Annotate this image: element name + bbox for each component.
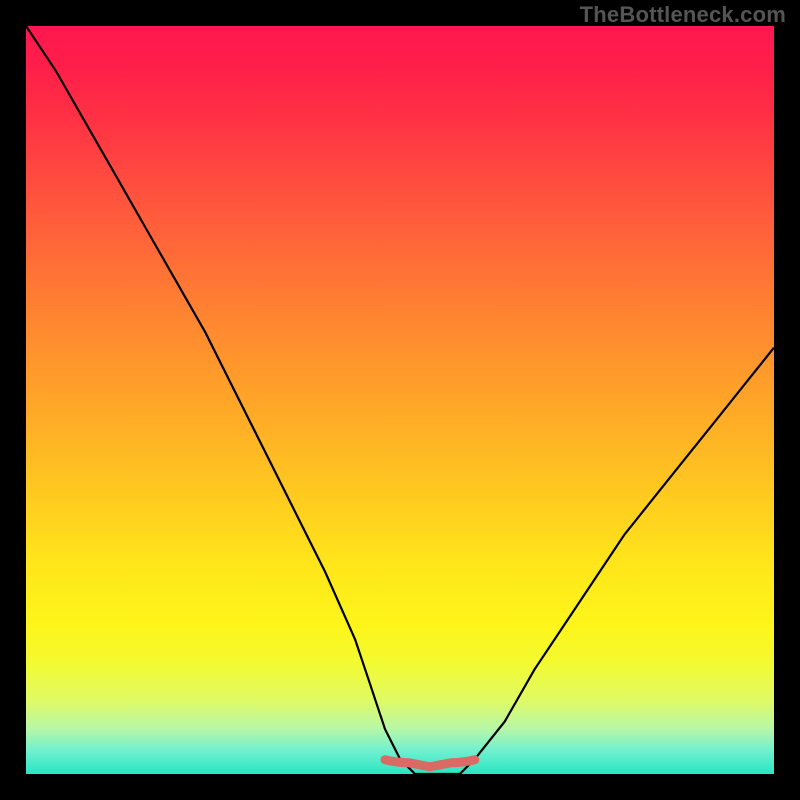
bottleneck-curve [26, 26, 774, 774]
bottleneck-curve-svg [26, 26, 774, 774]
valley-highlight [385, 760, 475, 767]
plot-area [26, 26, 774, 774]
chart-frame: TheBottleneck.com [0, 0, 800, 800]
watermark-text: TheBottleneck.com [580, 2, 786, 28]
